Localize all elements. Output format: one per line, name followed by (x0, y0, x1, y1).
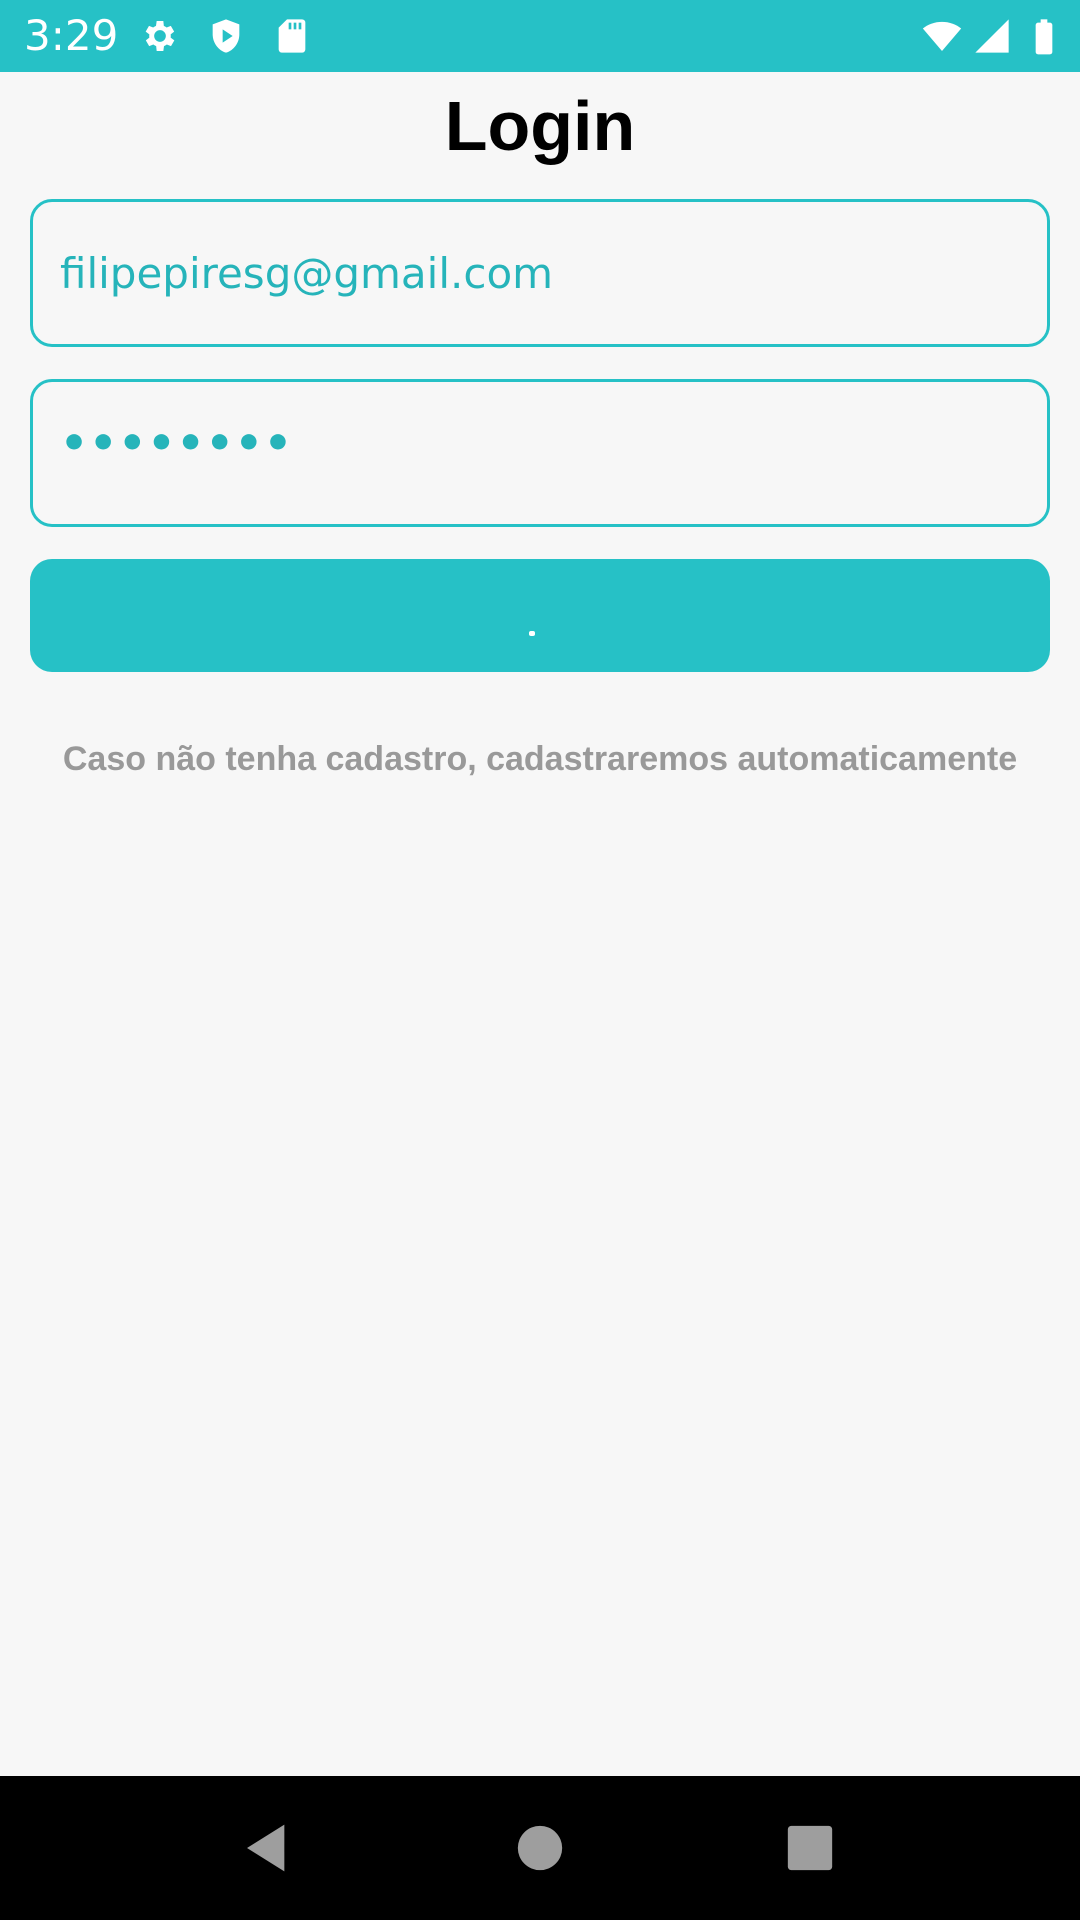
password-value: •••••••• (60, 418, 293, 469)
status-time: 3:29 (24, 11, 119, 60)
sd-card-icon (272, 16, 312, 56)
navigation-bar (0, 1776, 1080, 1920)
battery-icon (1024, 16, 1064, 56)
wifi-icon (922, 16, 962, 56)
back-icon[interactable] (240, 1820, 296, 1876)
home-icon[interactable] (512, 1820, 568, 1876)
status-bar: 3:29 (0, 0, 1080, 72)
loading-indicator: . (529, 631, 535, 636)
page-title: Login (444, 87, 636, 165)
auto-register-hint: Caso não tenha cadastro, cadastraremos a… (62, 740, 1018, 778)
email-value: filipepiresg@gmail.com (60, 249, 554, 298)
password-field[interactable]: •••••••• (30, 379, 1050, 527)
shield-play-icon (206, 16, 246, 56)
recents-icon[interactable] (782, 1820, 838, 1876)
login-button[interactable] (30, 559, 1050, 672)
gear-icon (140, 16, 180, 56)
email-field[interactable]: filipepiresg@gmail.com (30, 199, 1050, 347)
login-screen: 3:29 Login filipepiresg@gmail.com ••••••… (0, 0, 1080, 1920)
cell-signal-icon (972, 16, 1012, 56)
